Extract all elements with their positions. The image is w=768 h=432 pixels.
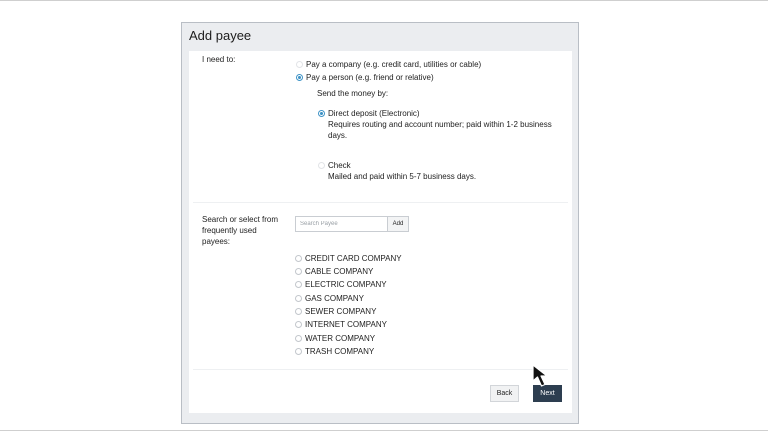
direct-deposit-desc-cont: days.	[328, 131, 348, 140]
dialog-body: I need to: Pay a company (e.g. credit ca…	[189, 51, 572, 413]
payee-radio-credit-card[interactable]	[295, 255, 302, 262]
payee-radio-gas[interactable]	[295, 295, 302, 302]
payee-label[interactable]: CABLE COMPANY	[305, 266, 373, 277]
dialog-title: Add payee	[189, 28, 252, 43]
check-radio[interactable]	[318, 162, 325, 169]
check-desc: Mailed and paid within 5-7 business days…	[328, 172, 477, 181]
payee-label[interactable]: GAS COMPANY	[305, 293, 364, 304]
direct-deposit-label[interactable]: Direct deposit (Electronic)	[328, 108, 420, 119]
pay-company-radio[interactable]	[296, 61, 303, 68]
mouse-pointer-icon	[532, 364, 548, 387]
direct-deposit-desc: Requires routing and account number; pai…	[328, 120, 552, 129]
payee-label[interactable]: TRASH COMPANY	[305, 346, 374, 357]
pay-company-label[interactable]: Pay a company (e.g. credit card, utiliti…	[306, 59, 481, 70]
check-label[interactable]: Check	[328, 160, 351, 171]
payee-label[interactable]: SEWER COMPANY	[305, 306, 376, 317]
payee-radio-sewer[interactable]	[295, 308, 302, 315]
search-payee-input[interactable]	[295, 216, 388, 232]
back-button[interactable]: Back	[490, 385, 519, 402]
need-label: I need to:	[202, 55, 236, 64]
payee-label[interactable]: INTERNET COMPANY	[305, 319, 387, 330]
payee-radio-trash[interactable]	[295, 348, 302, 355]
search-label-line1: Search or select from	[202, 215, 279, 224]
payee-radio-cable[interactable]	[295, 268, 302, 275]
payee-label[interactable]: WATER COMPANY	[305, 333, 375, 344]
search-label-line2: frequently used	[202, 226, 257, 235]
bottom-border	[0, 430, 768, 431]
search-label-line3: payees:	[202, 237, 231, 246]
payee-radio-water[interactable]	[295, 335, 302, 342]
add-payee-dialog: Add payee I need to: Pay a company (e.g.…	[181, 22, 579, 424]
direct-deposit-radio[interactable]	[318, 110, 325, 117]
payee-label[interactable]: ELECTRIC COMPANY	[305, 279, 387, 290]
payee-radio-electric[interactable]	[295, 281, 302, 288]
payee-label[interactable]: CREDIT CARD COMPANY	[305, 253, 402, 264]
add-payee-button[interactable]: Add	[387, 216, 409, 232]
pay-person-label[interactable]: Pay a person (e.g. friend or relative)	[306, 72, 434, 83]
top-border	[0, 0, 768, 1]
section-divider	[193, 202, 568, 203]
payee-radio-internet[interactable]	[295, 321, 302, 328]
send-money-label: Send the money by:	[317, 89, 389, 98]
pay-person-radio[interactable]	[296, 74, 303, 81]
footer-divider	[193, 369, 568, 370]
